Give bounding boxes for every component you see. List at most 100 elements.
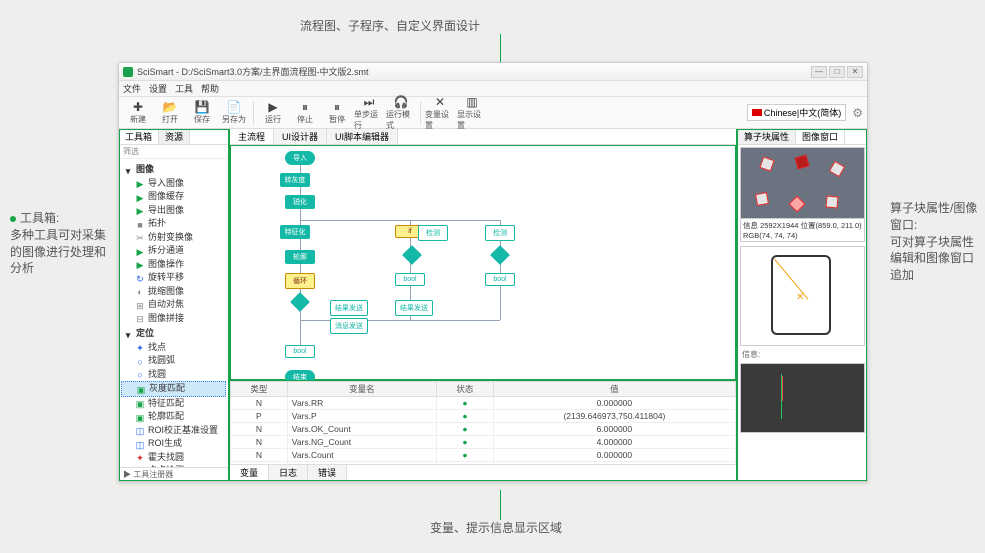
flow-node-start[interactable]: 导入 — [285, 151, 315, 165]
minimize-button[interactable]: — — [811, 66, 827, 78]
table-row[interactable]: NVars.RR●0.000000 — [231, 397, 736, 410]
toolbar-另存为[interactable]: 📄另存为 — [219, 99, 249, 127]
tool-label: ROI生成 — [148, 437, 182, 451]
tree-item[interactable]: ○找圆 — [121, 368, 226, 382]
cell: ● — [437, 436, 494, 449]
toolbar-单步运行[interactable]: ⏭单步运行 — [354, 99, 384, 127]
tree-item[interactable]: ○找圆弧 — [121, 354, 226, 368]
tab-resource[interactable]: 资源 — [159, 129, 190, 144]
tree-item[interactable]: ▣灰度匹配 — [121, 381, 226, 397]
toolbar-打开[interactable]: 📂打开 — [155, 99, 185, 127]
titlebar[interactable]: SciSmart - D:/SciSmart3.0方案/主界面流程图-中文版2.… — [119, 63, 867, 81]
maximize-button[interactable]: □ — [829, 66, 845, 78]
flag-icon — [752, 109, 762, 116]
image-preview-1[interactable]: 信息 2592X1944 位置(859.0, 211.0) RGB(74, 74… — [740, 147, 865, 242]
table-row[interactable]: NVars.OK_Count●6.000000 — [231, 423, 736, 436]
tree-item[interactable]: ✦找点 — [121, 341, 226, 355]
tool-icon: ◐ — [135, 286, 145, 296]
toolbar-icon: ⏸ — [302, 100, 308, 114]
tree-category[interactable]: ▾定位 — [121, 327, 226, 341]
toolbar-icon: ▶ — [268, 100, 277, 114]
toolbar-新建[interactable]: ✚新建 — [123, 99, 153, 127]
table-row[interactable]: PVars.P●(2139.646973,750.411804) — [231, 410, 736, 423]
right-panel: 算子块属性 图像窗口 信息 2592X1944 位置(859.0, 211.0)… — [737, 129, 867, 481]
flow-node[interactable]: 特征化 — [280, 225, 310, 239]
tree-category[interactable]: ▾图像 — [121, 163, 226, 177]
tab-ui-script[interactable]: UI脚本编辑器 — [327, 129, 398, 144]
flow-node[interactable]: bool — [285, 345, 315, 358]
tree-item[interactable]: ▶导出图像 — [121, 204, 226, 218]
tool-register[interactable]: ▶ 工具注册器 — [119, 467, 228, 481]
image-preview-2[interactable]: ✕ — [740, 246, 865, 346]
menu-file[interactable]: 文件 — [123, 82, 141, 95]
toolbar-运行模式[interactable]: 🎧运行模式 — [386, 99, 416, 127]
menu-help[interactable]: 帮助 — [201, 82, 219, 95]
tool-label: 仿射变换像 — [148, 231, 193, 245]
table-row[interactable]: NVars.Count●0.000000 — [231, 449, 736, 462]
gear-icon[interactable]: ⚙ — [852, 106, 863, 120]
tree-item[interactable]: ◫ROI生成 — [121, 437, 226, 451]
tab-main-flow[interactable]: 主流程 — [230, 129, 274, 144]
flow-decision[interactable] — [402, 245, 422, 265]
flow-node[interactable]: 结果发送 — [395, 300, 433, 316]
tree-item[interactable]: ▶拆分通道 — [121, 244, 226, 258]
flow-node[interactable]: 锐化 — [285, 195, 315, 209]
tree-item[interactable]: ↻旋转平移 — [121, 271, 226, 285]
tree-item[interactable]: ▣特征匹配 — [121, 397, 226, 411]
flow-node[interactable]: 转灰度 — [280, 173, 310, 187]
flow-decision[interactable] — [490, 245, 510, 265]
tree-item[interactable]: ⊟图像拼接 — [121, 312, 226, 326]
tab-image-window[interactable]: 图像窗口 — [796, 129, 845, 144]
toolbar-变量设置[interactable]: ✕变量设置 — [425, 99, 455, 127]
menu-tools[interactable]: 工具 — [175, 82, 193, 95]
flow-node[interactable]: 消息发送 — [330, 318, 368, 334]
tree-item[interactable]: ▶图像操作 — [121, 258, 226, 272]
toolbar-暂停[interactable]: ⏸暂停 — [322, 99, 352, 127]
flow-decision[interactable] — [290, 292, 310, 312]
filter-label[interactable]: 筛选 — [119, 145, 228, 159]
tab-ui-designer[interactable]: UI设计器 — [274, 129, 327, 144]
tree-item[interactable]: ▶导入图像 — [121, 177, 226, 191]
column-header[interactable]: 变量名 — [287, 382, 436, 397]
tree-item[interactable]: ▶图像缓存 — [121, 190, 226, 204]
tree-item[interactable]: ◫ROI校正基准设置 — [121, 424, 226, 438]
tab-operator-prop[interactable]: 算子块属性 — [738, 129, 796, 144]
tree-item[interactable]: ▣轮廓匹配 — [121, 410, 226, 424]
tree-item[interactable]: ■拓扑 — [121, 217, 226, 231]
cell: ● — [437, 397, 494, 410]
cell: Vars.P — [287, 410, 436, 423]
tool-tree[interactable]: ▾图像▶导入图像▶图像缓存▶导出图像■拓扑✂仿射变换像▶拆分通道▶图像操作↻旋转… — [119, 159, 228, 467]
column-header[interactable]: 状态 — [437, 382, 494, 397]
flow-canvas[interactable]: 导入 转灰度 锐化 特征化 if 检测 检测 轮廓 循环 bool bool 结… — [230, 145, 736, 380]
tab-log[interactable]: 日志 — [269, 465, 308, 480]
tree-item[interactable]: ⊞自动对焦 — [121, 298, 226, 312]
tab-error[interactable]: 错误 — [308, 465, 347, 480]
language-selector[interactable]: Chinese|中文(简体) — [747, 104, 846, 121]
tree-item[interactable]: ✂仿射变换像 — [121, 231, 226, 245]
close-button[interactable]: ✕ — [847, 66, 863, 78]
flow-node[interactable]: 检测 — [485, 225, 515, 241]
toolbar-label: 显示设置 — [457, 109, 487, 131]
column-header[interactable]: 值 — [493, 382, 735, 397]
column-header[interactable]: 类型 — [231, 382, 288, 397]
toolbar-icon: ✕ — [435, 95, 445, 109]
flow-node[interactable]: 循环 — [285, 273, 315, 289]
flow-node[interactable]: bool — [395, 273, 425, 286]
toolbar-运行[interactable]: ▶运行 — [258, 99, 288, 127]
tree-item[interactable]: ◐拢缩图像 — [121, 285, 226, 299]
flow-node[interactable]: 结果发送 — [330, 300, 368, 316]
flow-node[interactable]: bool — [485, 273, 515, 286]
table-row[interactable]: NVars.NG_Count●4.000000 — [231, 436, 736, 449]
tab-toolbox[interactable]: 工具箱 — [119, 129, 159, 144]
toolbar-停止[interactable]: ⏸停止 — [290, 99, 320, 127]
flow-node-end[interactable]: 结束 — [285, 370, 315, 380]
toolbar-显示设置[interactable]: ▥显示设置 — [457, 99, 487, 127]
tab-variables[interactable]: 变量 — [230, 465, 269, 480]
menu-settings[interactable]: 设置 — [149, 82, 167, 95]
tree-item[interactable]: ✦霍夫找圆 — [121, 451, 226, 465]
flow-node[interactable]: 轮廓 — [285, 250, 315, 264]
flow-node[interactable]: 检测 — [418, 225, 448, 241]
toolbar-保存[interactable]: 💾保存 — [187, 99, 217, 127]
variables-table[interactable]: 类型变量名状态值 NVars.RR●0.000000PVars.P●(2139.… — [230, 381, 736, 464]
image-preview-3[interactable] — [740, 363, 865, 433]
